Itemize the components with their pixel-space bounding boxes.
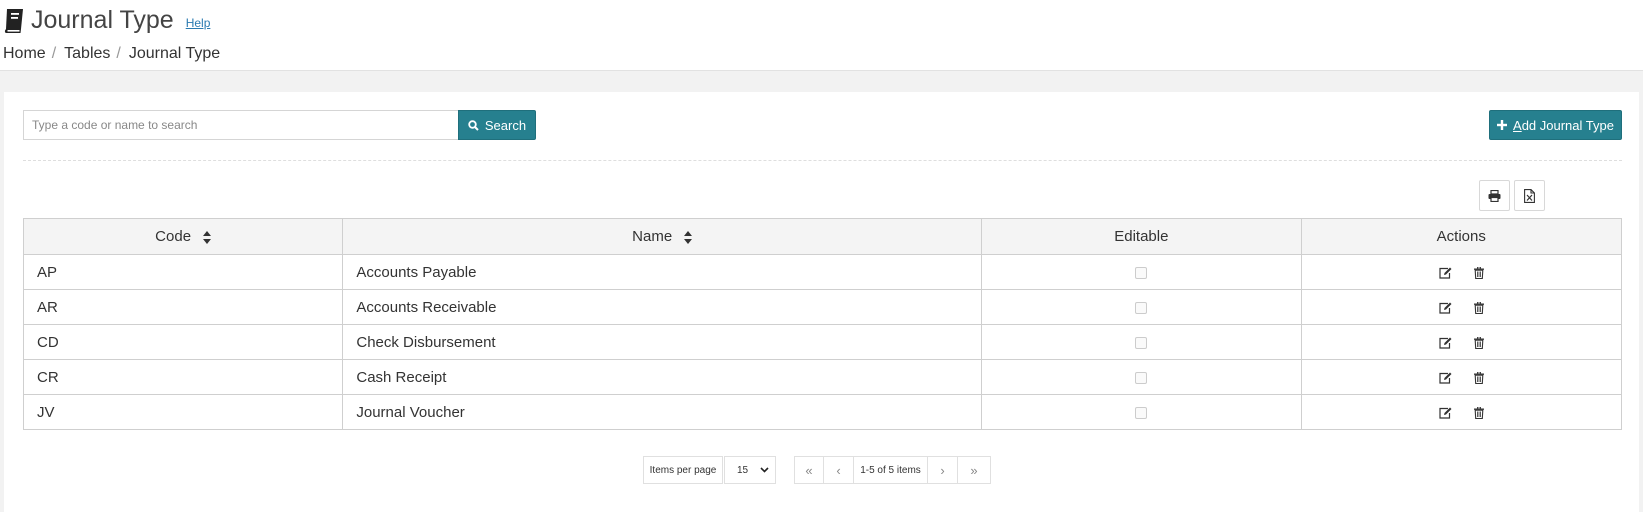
trash-icon[interactable] — [1473, 301, 1484, 314]
breadcrumb-tables[interactable]: Tables — [64, 45, 110, 63]
cell-editable — [981, 324, 1302, 360]
table-header-row: Code Name Editable Actions — [22, 218, 1623, 255]
cell-code: AP — [22, 254, 344, 290]
cell-name: Cash Receipt — [342, 359, 983, 395]
cell-name: Accounts Payable — [342, 254, 983, 290]
next-page-button[interactable]: › — [928, 456, 958, 484]
editable-checkbox[interactable] — [1135, 336, 1148, 349]
cell-name: Journal Voucher — [342, 394, 983, 430]
edit-icon[interactable] — [1439, 302, 1452, 314]
divider — [23, 160, 1622, 161]
search-icon — [468, 119, 479, 131]
items-per-page-label: Items per page — [643, 456, 723, 484]
edit-icon[interactable] — [1439, 267, 1452, 279]
book-icon — [4, 8, 23, 33]
table-row: AP Accounts Payable — [22, 254, 1623, 290]
table-row: CD Check Disbursement — [22, 324, 1623, 360]
breadcrumb-separator: / — [51, 45, 57, 62]
cell-actions — [1300, 394, 1623, 430]
page-header: Journal Type Help Home / Tables / Journa… — [0, 0, 1643, 71]
page-title: Journal Type — [31, 6, 174, 34]
table-row: JV Journal Voucher — [22, 394, 1623, 430]
edit-icon[interactable] — [1439, 372, 1452, 384]
editable-checkbox[interactable] — [1135, 266, 1148, 279]
editable-checkbox[interactable] — [1135, 371, 1148, 384]
breadcrumb-home[interactable]: Home — [3, 45, 46, 63]
column-header-editable: Editable — [981, 218, 1302, 255]
trash-icon[interactable] — [1473, 371, 1484, 384]
editable-checkbox[interactable] — [1135, 406, 1148, 419]
edit-icon[interactable] — [1439, 337, 1452, 349]
page-size-value: 15 — [737, 464, 749, 476]
cell-code: CD — [22, 324, 344, 360]
help-link[interactable]: Help — [186, 16, 211, 30]
sort-icon — [203, 230, 212, 244]
cell-code: CR — [22, 359, 344, 395]
cell-name: Check Disbursement — [342, 324, 983, 360]
add-button-label: Add Journal Type — [1513, 117, 1614, 133]
page-size-group: Items per page 15 — [643, 456, 776, 484]
title-row: Journal Type Help — [3, 6, 210, 35]
page-range-text: 1-5 of 5 items — [854, 456, 928, 484]
cell-editable — [981, 289, 1302, 325]
page-size-select[interactable]: 15 — [724, 456, 776, 484]
plus-icon — [1497, 120, 1508, 130]
print-button[interactable] — [1479, 180, 1510, 211]
cell-actions — [1300, 289, 1623, 325]
cell-code: JV — [22, 394, 344, 430]
cell-editable — [981, 254, 1302, 290]
cell-actions — [1300, 359, 1623, 395]
column-header-code[interactable]: Code — [22, 218, 344, 255]
sort-icon — [684, 230, 693, 244]
edit-icon[interactable] — [1439, 407, 1452, 419]
search-input[interactable] — [23, 110, 458, 140]
first-page-button[interactable]: « — [794, 456, 824, 484]
breadcrumb-current: Journal Type — [128, 45, 221, 62]
search-group: Search — [23, 110, 536, 140]
pagination: « ‹ 1-5 of 5 items › » — [794, 456, 991, 484]
cell-actions — [1300, 254, 1623, 290]
trash-icon[interactable] — [1473, 266, 1484, 279]
table-row: AR Accounts Receivable — [22, 289, 1623, 325]
breadcrumb: Home / Tables / Journal Type — [3, 45, 220, 63]
cell-name: Accounts Receivable — [342, 289, 983, 325]
print-icon — [1488, 189, 1501, 202]
table-row: CR Cash Receipt — [22, 359, 1623, 395]
cell-code: AR — [22, 289, 344, 325]
editable-checkbox[interactable] — [1135, 301, 1148, 314]
column-header-actions: Actions — [1300, 218, 1623, 255]
cell-editable — [981, 394, 1302, 430]
journal-type-table: Code Name Editable Actions AP Accounts P… — [22, 218, 1623, 430]
chevron-down-icon — [760, 467, 769, 473]
prev-page-button[interactable]: ‹ — [824, 456, 854, 484]
breadcrumb-separator: / — [116, 45, 121, 62]
search-button[interactable]: Search — [458, 110, 536, 140]
export-excel-button[interactable] — [1514, 180, 1545, 211]
search-button-label: Search — [484, 117, 527, 133]
cell-editable — [981, 359, 1302, 395]
add-journal-type-button[interactable]: Add Journal Type — [1489, 110, 1622, 140]
trash-icon[interactable] — [1473, 336, 1484, 349]
excel-file-icon — [1524, 188, 1535, 203]
content-card: Search Add Journal Type Code — [4, 92, 1639, 512]
trash-icon[interactable] — [1473, 406, 1484, 419]
last-page-button[interactable]: » — [958, 456, 991, 484]
cell-actions — [1300, 324, 1623, 360]
column-header-name[interactable]: Name — [342, 218, 983, 255]
